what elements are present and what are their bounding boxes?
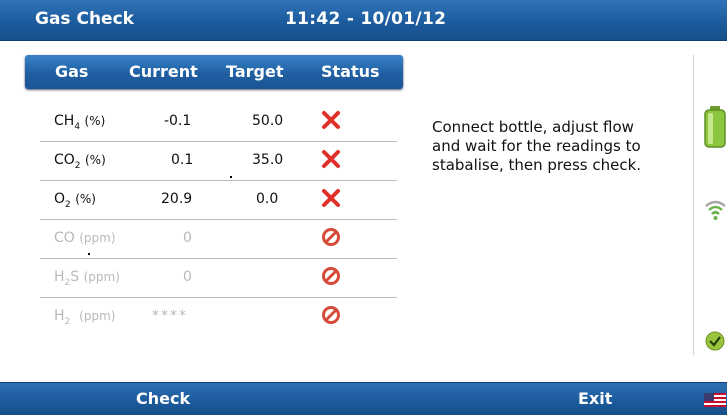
- no-entry-icon: [322, 228, 340, 246]
- check-button[interactable]: Check: [136, 389, 190, 408]
- gas-name: O2 (%): [54, 191, 96, 210]
- table-row[interactable]: CO (ppm) 0: [40, 220, 397, 259]
- signal-icon: [705, 200, 726, 220]
- no-entry-icon: [322, 306, 340, 324]
- header-gas: Gas: [55, 62, 89, 81]
- gas-name: H2S (ppm): [54, 269, 120, 288]
- gas-name: CO (ppm): [54, 230, 116, 246]
- cross-icon: [322, 189, 340, 207]
- clock-display: 11:42 - 10/01/12: [285, 9, 447, 29]
- gas-name: CH4 (%): [54, 113, 106, 132]
- table-row[interactable]: H2S (ppm) 0: [40, 259, 397, 298]
- cross-icon: [322, 111, 340, 129]
- exit-button[interactable]: Exit: [578, 389, 612, 408]
- cross-icon: [322, 150, 340, 168]
- target-value: 50.0: [252, 113, 284, 129]
- stray-pixel: [88, 253, 90, 255]
- header-status: Status: [321, 62, 380, 81]
- us-flag-icon[interactable]: [704, 393, 726, 407]
- target-value: 0.0: [256, 191, 279, 207]
- current-value: ****: [152, 308, 188, 324]
- no-entry-icon: [322, 267, 340, 285]
- target-value: 35.0: [252, 152, 284, 168]
- header-current: Current: [129, 62, 198, 81]
- footer-bar: Check Exit: [0, 382, 727, 415]
- table-row[interactable]: CH4 (%) -0.1 50.0: [40, 103, 397, 142]
- current-value: 0: [183, 230, 192, 246]
- current-value: 0.1: [171, 152, 194, 168]
- current-value: 20.9: [161, 191, 193, 207]
- check-ok-icon: [705, 331, 725, 351]
- current-value: -0.1: [164, 113, 192, 129]
- table-header: Gas Current Target Status: [25, 55, 403, 89]
- battery-icon: [704, 106, 726, 148]
- gas-name: CO2 (%): [54, 152, 106, 171]
- stray-pixel: [230, 176, 232, 178]
- table-row[interactable]: H2 (ppm) ****: [40, 298, 397, 336]
- instruction-text: Connect bottle, adjust flow and wait for…: [432, 118, 642, 174]
- header-target: Target: [226, 62, 284, 81]
- gas-name: H2 (ppm): [54, 308, 116, 327]
- table-row[interactable]: O2 (%) 20.9 0.0: [40, 181, 397, 220]
- title-bar: Gas Check 11:42 - 10/01/12: [0, 0, 727, 41]
- sidebar-divider: [693, 55, 694, 355]
- screen-title: Gas Check: [35, 9, 134, 29]
- current-value: 0: [183, 269, 192, 285]
- table-row[interactable]: CO2 (%) 0.1 35.0: [40, 142, 397, 181]
